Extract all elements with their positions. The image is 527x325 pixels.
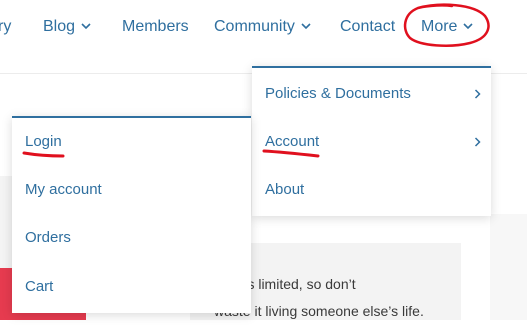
chevron-down-icon — [81, 23, 91, 30]
menu-item-label: Account — [265, 133, 320, 150]
nav-item-members[interactable]: Members — [122, 16, 189, 38]
menu-item-label: My account — [25, 181, 102, 198]
menu-item-label: Orders — [25, 229, 71, 246]
menu-item-about[interactable]: About — [252, 166, 491, 214]
menu-item-login[interactable]: Login — [12, 118, 251, 166]
more-dropdown-menu: Policies & Documents Account About — [252, 66, 491, 216]
nav-item-more[interactable]: More — [421, 16, 474, 38]
top-navigation: ry Blog Members Community Contact More — [0, 0, 527, 58]
menu-item-label: Policies & Documents — [265, 85, 411, 102]
menu-item-cart[interactable]: Cart — [12, 263, 251, 311]
background-panel-right — [490, 214, 527, 320]
nav-item-contact[interactable]: Contact — [340, 16, 395, 38]
nav-item-label: Members — [122, 18, 189, 35]
nav-item-community[interactable]: Community — [214, 16, 311, 38]
nav-item-label: Contact — [340, 18, 396, 35]
menu-item-label: Login — [25, 133, 62, 150]
chevron-down-icon — [463, 23, 474, 30]
nav-item-partial[interactable]: ry — [0, 16, 11, 38]
account-submenu: Login My account Orders Cart — [12, 116, 251, 313]
chevron-down-icon — [301, 23, 311, 30]
nav-item-label: ry — [0, 18, 12, 35]
nav-item-label: Community — [214, 18, 295, 35]
menu-item-orders[interactable]: Orders — [12, 214, 251, 262]
menu-item-label: Cart — [25, 278, 54, 295]
chevron-right-icon — [474, 137, 481, 147]
nav-item-label: More — [421, 18, 458, 35]
menu-item-policies-documents[interactable]: Policies & Documents — [252, 70, 491, 118]
nav-item-blog[interactable]: Blog — [43, 16, 91, 38]
menu-item-label: About — [265, 181, 305, 198]
chevron-right-icon — [474, 89, 481, 99]
menu-item-account[interactable]: Account — [252, 118, 491, 166]
nav-item-label: Blog — [43, 18, 76, 35]
menu-item-my-account[interactable]: My account — [12, 166, 251, 214]
